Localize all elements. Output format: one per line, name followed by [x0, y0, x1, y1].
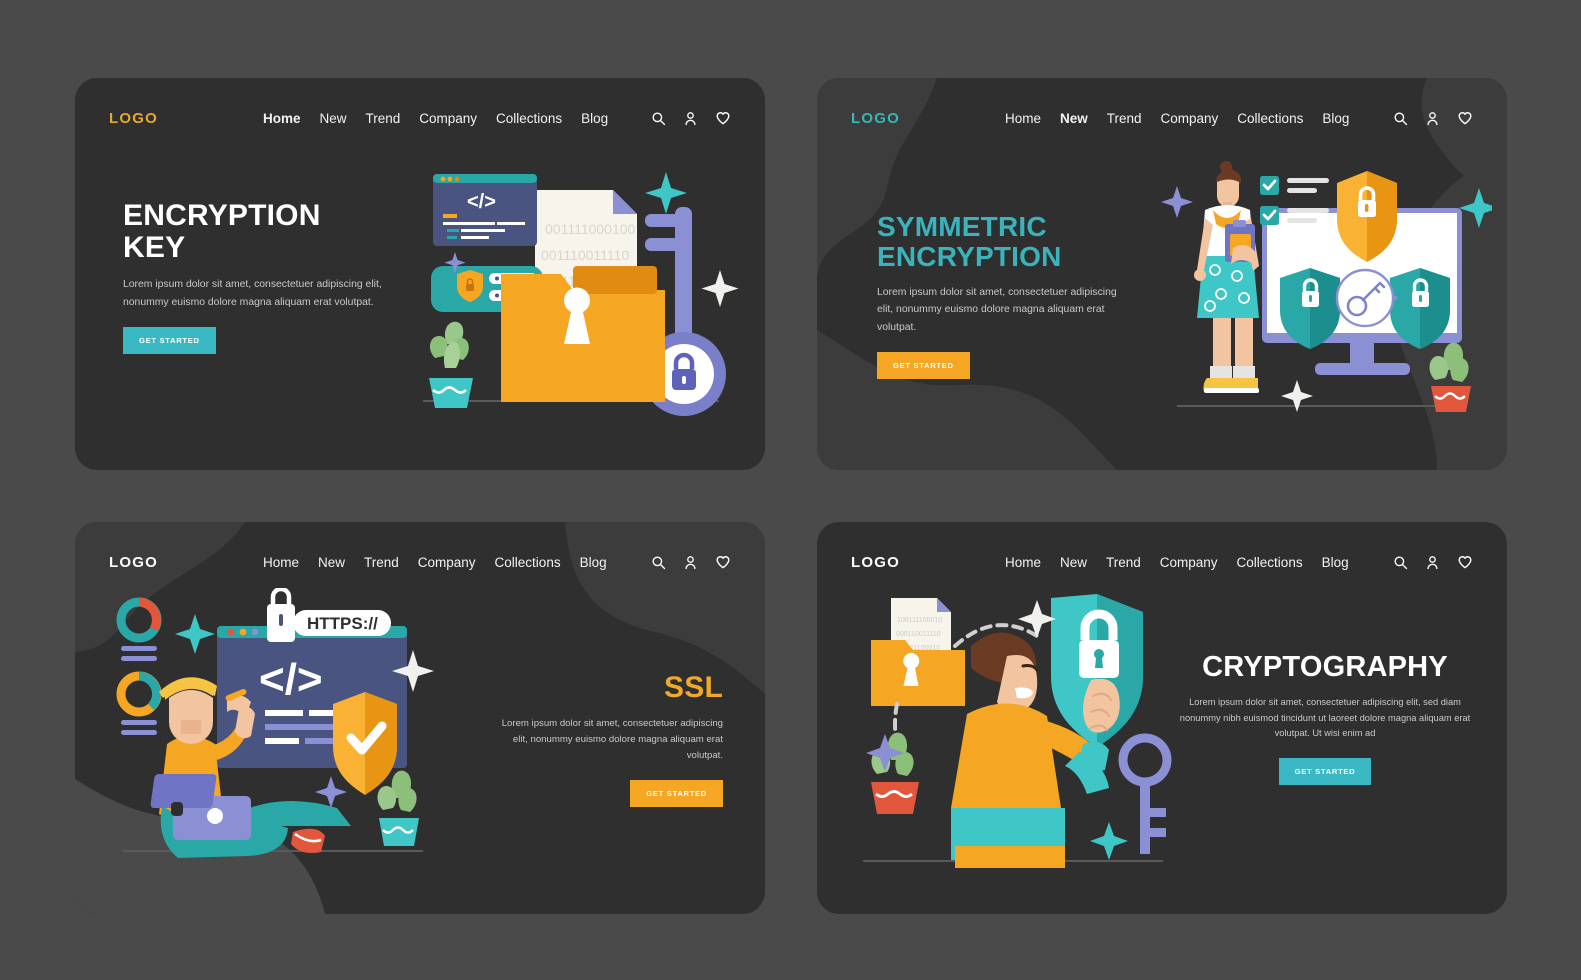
panel1-header: LOGO Home New Trend Company Collections …: [75, 78, 765, 158]
main-nav: Home New Trend Company Collections Blog: [1005, 555, 1349, 570]
main-nav: Home New Trend Company Collections Blog: [263, 555, 607, 570]
search-icon[interactable]: [651, 111, 666, 126]
get-started-button[interactable]: GET STARTED: [123, 327, 216, 355]
nav-item-collections[interactable]: Collections: [496, 111, 562, 126]
panel2-hero: SYMMETRIC ENCRYPTION Lorem ipsum dolor si…: [877, 211, 1127, 380]
header-icons: [1393, 110, 1473, 126]
nav-item-company[interactable]: Company: [1160, 555, 1218, 570]
user-icon[interactable]: [1425, 111, 1440, 126]
logo[interactable]: LOGO: [851, 554, 900, 571]
panel-symmetric-encryption: LOGO Home New Trend Company Collections …: [817, 78, 1507, 470]
get-started-button[interactable]: GET STARTED: [1278, 757, 1372, 785]
main-nav: Home New Trend Company Collections Blog: [263, 111, 608, 126]
https-label: HTTPS://: [307, 614, 378, 633]
heart-icon[interactable]: [715, 110, 731, 126]
nav-item-company[interactable]: Company: [419, 111, 477, 126]
character-woman: [1194, 161, 1259, 393]
logo[interactable]: LOGO: [851, 110, 900, 127]
hero-body-text: Lorem ipsum dolor sit amet, consectetuer…: [1179, 697, 1471, 739]
logo[interactable]: LOGO: [109, 554, 158, 571]
heart-icon[interactable]: [715, 554, 731, 570]
binary-line-1: 100111100010: [897, 617, 942, 624]
panel2-illustration: [1161, 161, 1492, 412]
header-icons: [1393, 554, 1473, 570]
panel3-header: LOGO Home New Trend Company Collections …: [75, 522, 765, 602]
binary-line-1: 001111000100: [545, 221, 636, 237]
panel3-hero: SSL Lorem ipsum dolor sit amet, consecte…: [493, 671, 723, 808]
nav-item-new[interactable]: New: [1060, 555, 1087, 570]
panel-ssl: LOGO Home New Trend Company Collections …: [75, 522, 765, 914]
page-title: CRYPTOGRAPHY: [1202, 651, 1448, 683]
nav-item-trend[interactable]: Trend: [364, 555, 399, 570]
header-icons: [651, 110, 731, 126]
nav-item-company[interactable]: Company: [418, 555, 476, 570]
logo[interactable]: LOGO: [109, 110, 158, 127]
code-glyph: </>: [467, 191, 496, 213]
get-started-button[interactable]: GET STARTED: [877, 352, 970, 380]
nav-item-collections[interactable]: Collections: [1237, 111, 1303, 126]
nav-item-home[interactable]: Home: [1005, 555, 1041, 570]
header-icons: [651, 554, 731, 570]
panel2-header: LOGO Home New Trend Company Collections …: [817, 78, 1507, 158]
nav-item-trend[interactable]: Trend: [366, 111, 401, 126]
page-title: SYMMETRIC ENCRYPTION: [877, 211, 1062, 272]
nav-item-collections[interactable]: Collections: [495, 555, 561, 570]
panel4-header: LOGO Home New Trend Company Collections …: [817, 522, 1507, 602]
panel4-illustration: 100111100010 000110011110 100111100010: [866, 594, 1172, 868]
user-icon[interactable]: [1425, 555, 1440, 570]
nav-item-home[interactable]: Home: [1005, 111, 1041, 126]
nav-item-blog[interactable]: Blog: [580, 555, 607, 570]
binary-line-2: 001110011110: [541, 247, 629, 263]
panel1-illustration: 001111000100 001110011110 001111000100 <…: [429, 172, 739, 416]
binary-line-2: 000110011110: [896, 631, 941, 638]
get-started-button[interactable]: GET STARTED: [630, 780, 723, 808]
nav-item-blog[interactable]: Blog: [1322, 555, 1349, 570]
hero-body-text: Lorem ipsum dolor sit amet, consectetuer…: [877, 286, 1117, 333]
nav-item-trend[interactable]: Trend: [1106, 555, 1141, 570]
panel1-hero: ENCRYPTION KEY Lorem ipsum dolor sit amet…: [123, 199, 403, 355]
nav-item-blog[interactable]: Blog: [1322, 111, 1349, 126]
panel-encryption-key: LOGO Home New Trend Company Collections …: [75, 78, 765, 470]
nav-item-blog[interactable]: Blog: [581, 111, 608, 126]
hero-body-text: Lorem ipsum dolor sit amet, consectetuer…: [123, 279, 382, 308]
page-title: ENCRYPTION KEY: [123, 199, 321, 265]
panel4-hero: CRYPTOGRAPHY Lorem ipsum dolor sit amet,…: [1175, 651, 1475, 785]
nav-item-trend[interactable]: Trend: [1107, 111, 1142, 126]
nav-item-home[interactable]: Home: [263, 111, 301, 126]
code-glyph: </>: [259, 655, 323, 704]
search-icon[interactable]: [1393, 555, 1408, 570]
heart-icon[interactable]: [1457, 554, 1473, 570]
page-title: SSL: [664, 671, 723, 704]
panel-cryptography: LOGO Home New Trend Company Collections …: [817, 522, 1507, 914]
landing-page-mockups-board: LOGO Home New Trend Company Collections …: [75, 78, 1507, 914]
main-nav: Home New Trend Company Collections Blog: [1005, 111, 1349, 126]
nav-item-company[interactable]: Company: [1161, 111, 1219, 126]
nav-item-home[interactable]: Home: [263, 555, 299, 570]
user-icon[interactable]: [683, 555, 698, 570]
nav-item-new[interactable]: New: [318, 555, 345, 570]
nav-item-new[interactable]: New: [319, 111, 346, 126]
panel3-illustration: </> HTTPS://: [116, 588, 434, 858]
hero-body-text: Lorem ipsum dolor sit amet, consectetuer…: [501, 718, 723, 762]
nav-item-collections[interactable]: Collections: [1237, 555, 1303, 570]
nav-item-new[interactable]: New: [1060, 111, 1088, 126]
heart-icon[interactable]: [1457, 110, 1473, 126]
user-icon[interactable]: [683, 111, 698, 126]
search-icon[interactable]: [651, 555, 666, 570]
search-icon[interactable]: [1393, 111, 1408, 126]
